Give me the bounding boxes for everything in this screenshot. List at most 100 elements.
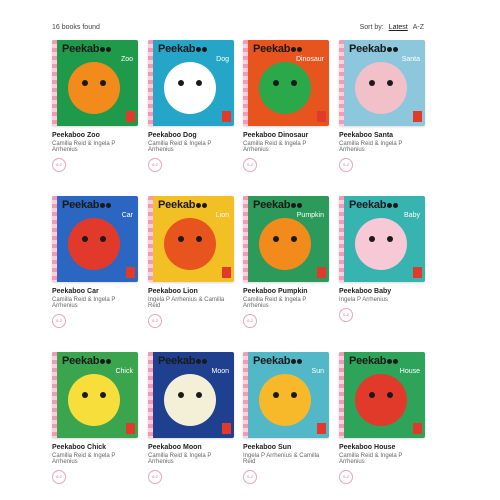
book-card[interactable]: Peekab Dog Peekaboo Dog Camilla Reid & Inge…	[148, 40, 234, 172]
book-cover[interactable]: Peekab Baby	[339, 196, 425, 282]
age-range-badge: 0-2	[52, 314, 66, 328]
cover-spine	[339, 40, 344, 126]
cover-illustration	[164, 374, 216, 426]
book-cover[interactable]: Peekab Chick	[52, 352, 138, 438]
age-range-badge: 0-2	[52, 158, 66, 172]
cover-spine	[148, 196, 153, 282]
publisher-logo	[222, 267, 231, 278]
cover-subtitle: Sun	[311, 368, 324, 375]
book-title-link[interactable]: Peekaboo Pumpkin	[243, 288, 329, 295]
book-card[interactable]: Peekab Baby Peekaboo Baby Ingela P Arrheniu…	[339, 196, 425, 322]
book-cover[interactable]: Peekab Santa	[339, 40, 425, 126]
book-title-link[interactable]: Peekaboo Dog	[148, 132, 234, 139]
cover-spine	[52, 40, 57, 126]
age-range-badge: 0-2	[148, 470, 162, 484]
book-title-link[interactable]: Peekaboo Santa	[339, 132, 425, 139]
book-cover[interactable]: Peekab House	[339, 352, 425, 438]
cover-title: Peekab	[253, 43, 325, 55]
book-title-link[interactable]: Peekaboo Car	[52, 288, 138, 295]
book-title-link[interactable]: Peekaboo Baby	[339, 288, 425, 295]
book-authors: Camilla Reid & Ingela P Arrhenius	[52, 141, 116, 153]
book-authors: Camilla Reid & Ingela P Arrhenius	[52, 453, 116, 465]
cover-spine	[52, 196, 57, 282]
book-card[interactable]: Peekab Car Peekaboo Car Camilla Reid & Inge…	[52, 196, 138, 328]
cover-subtitle: Moon	[211, 368, 229, 375]
cover-illustration	[355, 218, 407, 270]
cover-subtitle: Car	[121, 212, 133, 219]
book-authors: Ingela P Arrhenius & Camilla Reid	[243, 453, 320, 465]
publisher-logo	[413, 111, 422, 122]
book-cover[interactable]: Peekab Moon	[148, 352, 234, 438]
cover-subtitle: Dinosaur	[295, 56, 324, 63]
publisher-logo	[317, 267, 326, 278]
cover-spine	[243, 196, 248, 282]
cover-spine	[148, 40, 153, 126]
cover-subtitle: Santa	[401, 56, 420, 63]
results-toolbar: 16 books found Sort by: Latest A-Z	[52, 24, 424, 36]
cover-spine	[52, 352, 57, 438]
book-authors: Camilla Reid & Ingela P Arrhenius	[339, 453, 403, 465]
book-card[interactable]: Peekab Sun Peekaboo Sun Ingela P Arrhenius …	[243, 352, 329, 484]
cover-title: Peekab	[253, 199, 325, 211]
book-authors: Ingela P Arrhenius	[339, 297, 388, 303]
book-authors: Camilla Reid & Ingela P Arrhenius	[52, 297, 116, 309]
publisher-logo	[317, 111, 326, 122]
cover-illustration	[68, 374, 120, 426]
cover-subtitle: Chick	[115, 368, 133, 375]
book-cover[interactable]: Peekab Sun	[243, 352, 329, 438]
cover-title: Peekab	[253, 355, 325, 367]
book-card[interactable]: Peekab Lion Peekaboo Lion Ingela P Arrheniu…	[148, 196, 234, 328]
cover-spine	[243, 352, 248, 438]
results-count: 16 books found	[52, 24, 100, 31]
book-title-link[interactable]: Peekaboo Sun	[243, 444, 329, 451]
cover-title: Peekab	[62, 355, 134, 367]
book-card[interactable]: Peekab Santa Peekaboo Santa Camilla Reid & …	[339, 40, 425, 172]
book-cover[interactable]: Peekab Lion	[148, 196, 234, 282]
book-title-link[interactable]: Peekaboo Chick	[52, 444, 138, 451]
publisher-logo	[126, 267, 135, 278]
age-range-badge: 0-2	[148, 158, 162, 172]
publisher-logo	[126, 423, 135, 434]
cover-title: Peekab	[158, 199, 230, 211]
book-title-link[interactable]: Peekaboo Moon	[148, 444, 234, 451]
book-authors: Camilla Reid & Ingela P Arrhenius	[243, 141, 307, 153]
book-authors: Camilla Reid & Ingela P Arrhenius	[339, 141, 403, 153]
sort-latest-link[interactable]: Latest	[389, 24, 408, 31]
book-cover[interactable]: Peekab Dog	[148, 40, 234, 126]
cover-subtitle: Zoo	[120, 56, 133, 63]
book-authors: Ingela P Arrhenius & Camilla Reid	[148, 297, 225, 309]
book-card[interactable]: Peekab Dinosaur Peekaboo Dinosaur Camilla R…	[243, 40, 329, 172]
sort-az-link[interactable]: A-Z	[413, 24, 424, 31]
book-title-link[interactable]: Peekaboo Zoo	[52, 132, 138, 139]
publisher-logo	[413, 423, 422, 434]
book-card[interactable]: Peekab House Peekaboo House Camilla Reid & …	[339, 352, 425, 484]
publisher-logo	[222, 423, 231, 434]
cover-spine	[148, 352, 153, 438]
cover-illustration	[68, 218, 120, 270]
book-title-link[interactable]: Peekaboo Dinosaur	[243, 132, 329, 139]
cover-illustration	[355, 62, 407, 114]
book-card[interactable]: Peekab Pumpkin Peekaboo Pumpkin Camilla Rei…	[243, 196, 329, 328]
book-cover[interactable]: Peekab Dinosaur	[243, 40, 329, 126]
cover-spine	[243, 40, 248, 126]
cover-illustration	[164, 218, 216, 270]
book-title-link[interactable]: Peekaboo House	[339, 444, 425, 451]
cover-spine	[339, 352, 344, 438]
book-title-link[interactable]: Peekaboo Lion	[148, 288, 234, 295]
cover-subtitle: House	[399, 368, 420, 375]
book-cover[interactable]: Peekab Zoo	[52, 40, 138, 126]
sort-bar: Sort by: Latest A-Z	[360, 24, 424, 31]
age-range-badge: 0-2	[339, 470, 353, 484]
cover-title: Peekab	[62, 43, 134, 55]
book-card[interactable]: Peekab Zoo Peekaboo Zoo Camilla Reid & Inge…	[52, 40, 138, 172]
cover-title: Peekab	[349, 43, 421, 55]
book-cover[interactable]: Peekab Pumpkin	[243, 196, 329, 282]
cover-spine	[339, 196, 344, 282]
cover-title: Peekab	[62, 199, 134, 211]
age-range-badge: 0-2	[339, 308, 353, 322]
cover-subtitle: Baby	[404, 212, 420, 219]
book-cover[interactable]: Peekab Car	[52, 196, 138, 282]
book-card[interactable]: Peekab Chick Peekaboo Chick Camilla Reid & …	[52, 352, 138, 484]
book-card[interactable]: Peekab Moon Peekaboo Moon Camilla Reid & In…	[148, 352, 234, 484]
publisher-logo	[317, 423, 326, 434]
